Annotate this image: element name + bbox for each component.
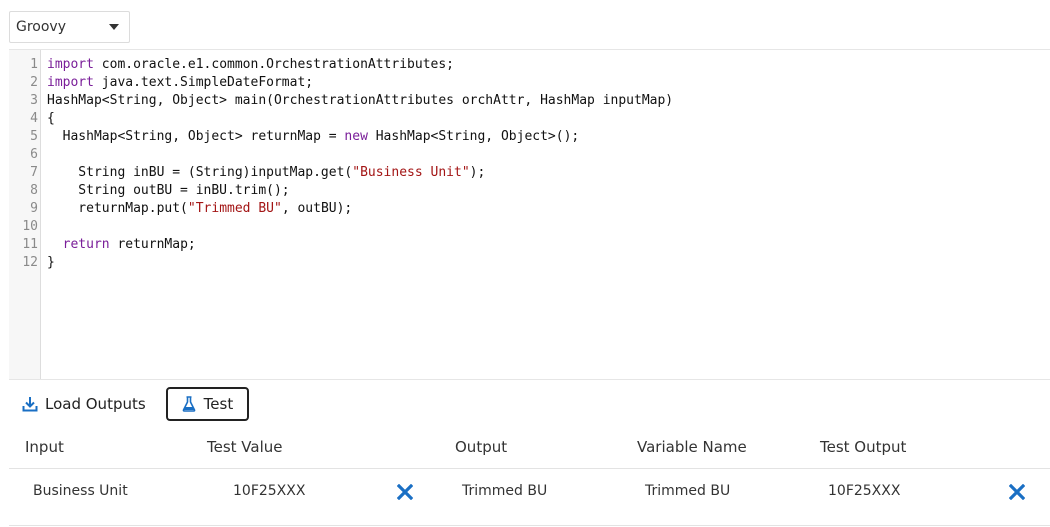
code-line: 8 String outBU = inBU.trim();	[9, 182, 1050, 200]
code-token: {	[47, 111, 55, 126]
remove-output-button[interactable]	[1006, 481, 1028, 503]
line-number: 8	[30, 183, 38, 198]
code-token: }	[47, 255, 55, 270]
code-token: );	[469, 165, 486, 180]
code-text: returnMap.put("Trimmed BU", outBU);	[38, 200, 352, 218]
code-keyword: import	[47, 57, 94, 72]
code-line: 6	[9, 146, 1050, 164]
code-token: HashMap<String, Object> returnMap =	[47, 129, 345, 144]
line-number: 7	[30, 165, 38, 180]
code-text: import java.text.SimpleDateFormat;	[38, 74, 313, 92]
action-bar: Load Outputs Test	[14, 387, 250, 421]
table-header: Input Test Value Output Variable Name Te…	[0, 438, 1050, 468]
line-number: 5	[30, 129, 38, 144]
header-test-value: Test Value	[207, 438, 283, 456]
code-token: java.text.SimpleDateFormat;	[93, 75, 314, 90]
code-token: String outBU = inBU.trim();	[47, 183, 290, 198]
code-token: String inBU = (String)inputMap.get(	[47, 165, 353, 180]
load-outputs-button[interactable]: Load Outputs	[14, 387, 154, 421]
code-text: {	[38, 110, 55, 128]
code-text: String inBU = (String)inputMap.get("Busi…	[38, 164, 485, 182]
language-select[interactable]: Groovy	[9, 11, 130, 43]
line-number: 3	[30, 93, 38, 108]
code-text: HashMap<String, Object> returnMap = new …	[38, 128, 580, 146]
code-line: 1 import com.oracle.e1.common.Orchestrati…	[9, 56, 1050, 74]
download-icon	[22, 397, 38, 412]
table-divider	[9, 468, 1050, 469]
code-line: 2 import java.text.SimpleDateFormat;	[9, 74, 1050, 92]
flask-icon	[182, 396, 196, 412]
code-keyword: return	[62, 237, 110, 252]
chevron-down-icon	[109, 24, 119, 30]
table-row-divider	[9, 525, 1050, 526]
code-token: HashMap<String, Object>();	[367, 129, 580, 144]
code-text: }	[38, 254, 55, 272]
code-text: HashMap<String, Object> main(Orchestrati…	[38, 92, 673, 110]
code-keyword: import	[47, 75, 94, 90]
language-select-value: Groovy	[16, 19, 66, 35]
header-variable-name: Variable Name	[637, 438, 747, 456]
row-output: Trimmed BU	[462, 483, 548, 499]
remove-input-button[interactable]	[394, 481, 416, 503]
code-text: String outBU = inBU.trim();	[38, 182, 290, 200]
line-number: 1	[30, 57, 38, 72]
code-line: 3 HashMap<String, Object> main(Orchestrat…	[9, 92, 1050, 110]
line-number: 6	[30, 147, 38, 162]
close-x-icon	[1009, 484, 1025, 500]
row-test-output: 10F25XXX	[828, 483, 901, 499]
header-test-output: Test Output	[820, 438, 907, 456]
line-number: 12	[22, 255, 38, 270]
code-line: 5 HashMap<String, Object> returnMap = ne…	[9, 128, 1050, 146]
code-line: 12}	[9, 254, 1050, 272]
code-token: com.oracle.e1.common.OrchestrationAttrib…	[93, 57, 454, 72]
code-line: 9 returnMap.put("Trimmed BU", outBU);	[9, 200, 1050, 218]
code-lines: 1 import com.oracle.e1.common.Orchestrati…	[9, 56, 1050, 272]
code-text: import com.oracle.e1.common.Orchestratio…	[38, 56, 454, 74]
code-string: "Trimmed BU"	[187, 201, 282, 216]
header-output: Output	[455, 438, 508, 456]
test-button[interactable]: Test	[165, 387, 250, 421]
code-token: returnMap;	[109, 237, 196, 252]
line-number: 4	[30, 111, 38, 126]
test-label: Test	[203, 395, 234, 413]
code-token: returnMap.put(	[47, 201, 188, 216]
code-line: 7 String inBU = (String)inputMap.get("Bu…	[9, 164, 1050, 182]
row-input: Business Unit	[33, 483, 128, 499]
row-variable-name[interactable]: Trimmed BU	[645, 483, 730, 499]
code-line: 10	[9, 218, 1050, 236]
code-token: HashMap<String, Object> main(Orchestrati…	[47, 93, 674, 108]
line-number: 2	[30, 75, 38, 90]
code-editor[interactable]: 1 import com.oracle.e1.common.Orchestrati…	[9, 49, 1050, 380]
code-token: , outBU);	[281, 201, 353, 216]
close-x-icon	[397, 484, 413, 500]
code-line: 11 return returnMap;	[9, 236, 1050, 254]
code-keyword: new	[344, 129, 368, 144]
load-outputs-label: Load Outputs	[45, 395, 146, 413]
line-number: 10	[22, 219, 38, 234]
row-test-value[interactable]: 10F25XXX	[233, 483, 305, 499]
table-row: Business Unit 10F25XXX Trimmed BU Trimme…	[0, 483, 1050, 515]
header-input: Input	[25, 438, 64, 456]
line-number: 9	[30, 201, 38, 216]
code-string: "Business Unit"	[352, 165, 470, 180]
code-line: 4{	[9, 110, 1050, 128]
line-number: 11	[22, 237, 38, 252]
code-text: return returnMap;	[38, 236, 196, 254]
